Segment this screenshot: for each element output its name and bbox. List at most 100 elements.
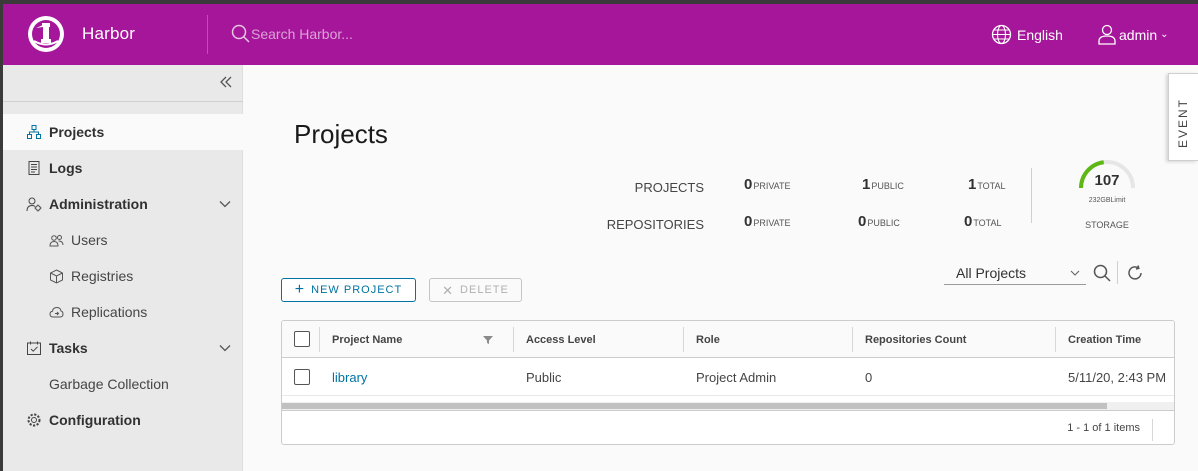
sidebar-item-replications[interactable]: Replications: [3, 294, 243, 330]
stats-divider: [1031, 168, 1032, 223]
filter-selected-value: All Projects: [956, 264, 1027, 281]
stat-caption: PRIVATE: [753, 181, 791, 191]
stat-value: 0: [858, 213, 867, 230]
storage-limit: 232GBLimit: [1088, 197, 1126, 204]
harbor-logo-icon: [28, 16, 64, 52]
chevron-down-icon[interactable]: [218, 197, 232, 211]
users-icon: [49, 233, 64, 248]
filter-icon[interactable]: [482, 334, 494, 346]
registries-icon: [49, 268, 64, 284]
delete-button[interactable]: ✕ DELETE: [429, 278, 522, 302]
sidebar-item-label: Replications: [71, 304, 148, 320]
user-menu[interactable]: admin ⌄: [1097, 24, 1169, 45]
search-icon[interactable]: [1093, 264, 1111, 282]
repositories-private-stat: 0 PRIVATE: [744, 213, 791, 230]
column-separator: [1055, 327, 1056, 352]
brand-name: Harbor: [82, 24, 136, 43]
sidebar-item-label: Registries: [71, 268, 134, 284]
column-separator: [319, 327, 320, 352]
user-icon: [1098, 24, 1116, 45]
horizontal-scrollbar[interactable]: [282, 402, 1174, 410]
event-panel-tab[interactable]: EVENT: [1168, 73, 1198, 161]
sidebar-item-users[interactable]: Users: [3, 222, 243, 258]
column-separator: [683, 327, 684, 352]
administration-icon: [26, 196, 42, 212]
refresh-icon[interactable]: [1126, 264, 1144, 282]
project-name-link[interactable]: library: [332, 358, 367, 396]
sidebar-item-garbage-collection[interactable]: Garbage Collection: [3, 366, 243, 402]
app-window: Harbor English admin: [3, 4, 1198, 471]
search-input[interactable]: [251, 26, 451, 42]
access-level-cell: Public: [526, 369, 562, 385]
sidebar-item-label: Garbage Collection: [49, 376, 169, 392]
stat-caption: TOTAL: [973, 218, 1002, 228]
storage-value: 107: [1094, 172, 1120, 189]
logs-icon: [26, 160, 42, 176]
stat-value: 0: [964, 213, 973, 230]
column-header-repositories-count[interactable]: Repositories Count: [865, 321, 966, 358]
column-header-access-level[interactable]: Access Level: [526, 321, 596, 358]
top-header: Harbor English admin: [3, 4, 1198, 65]
project-filter-select[interactable]: All Projects: [944, 261, 1086, 285]
sidebar-item-projects[interactable]: Projects: [3, 114, 243, 150]
sidebar-item-label: Configuration: [49, 412, 141, 428]
pagination-count: 1 - 1 of 1 items: [1067, 422, 1140, 434]
global-search[interactable]: [231, 24, 451, 44]
repositories-stats-label: REPOSITORIES: [606, 217, 704, 232]
chevron-down-icon[interactable]: [218, 341, 232, 355]
stat-caption: PUBLIC: [867, 218, 900, 228]
datagrid-footer: 1 - 1 of 1 items: [282, 410, 1174, 444]
sidebar-item-label: Administration: [49, 196, 148, 212]
language-selector[interactable]: English: [991, 24, 1063, 45]
globe-icon: [991, 24, 1012, 45]
replications-icon: [49, 305, 64, 320]
toolbar-divider: [1117, 261, 1118, 284]
plus-icon: +: [294, 281, 306, 298]
user-name: admin: [1119, 26, 1158, 43]
sidebar-item-label: Tasks: [49, 340, 88, 356]
repositories-total-stat: 0 TOTAL: [964, 213, 1002, 230]
sidebar-item-tasks[interactable]: Tasks: [3, 330, 243, 366]
new-project-button[interactable]: + NEW PROJECT: [281, 278, 416, 302]
brand[interactable]: Harbor: [27, 15, 135, 53]
column-header-project-name[interactable]: Project Name: [332, 321, 402, 358]
header-divider: [207, 15, 208, 54]
sidebar-item-logs[interactable]: Logs: [3, 150, 243, 186]
table-row: library Public Project Admin 0 5/11/20, …: [282, 358, 1174, 396]
column-header-role[interactable]: Role: [696, 321, 720, 358]
row-checkbox[interactable]: [294, 369, 310, 385]
stat-value: 0: [744, 176, 753, 193]
main-content: Projects PROJECTS REPOSITORIES 0 PRIVATE…: [244, 65, 1198, 471]
page-title: Projects: [294, 119, 388, 149]
projects-private-stat: 0 PRIVATE: [744, 176, 791, 193]
sidebar-item-configuration[interactable]: Configuration: [3, 402, 243, 438]
collapse-sidebar-icon[interactable]: [218, 74, 234, 90]
select-all-checkbox[interactable]: [294, 331, 310, 347]
column-separator: [513, 327, 514, 352]
delete-label: DELETE: [460, 284, 509, 296]
tasks-icon: [26, 340, 42, 356]
datagrid-header: Project Name Access Level Role Repositor…: [282, 321, 1174, 358]
close-icon: ✕: [442, 282, 455, 298]
sidebar-item-administration[interactable]: Administration: [3, 186, 243, 222]
projects-icon: [26, 124, 42, 140]
projects-total-stat: 1 TOTAL: [968, 176, 1006, 193]
repositories-count-cell: 0: [865, 369, 873, 385]
repositories-public-stat: 0 PUBLIC: [858, 213, 900, 230]
role-cell: Project Admin: [696, 369, 777, 385]
event-tab-label: EVENT: [1176, 97, 1190, 148]
sidebar-item-label: Logs: [49, 160, 83, 176]
sidebar-divider: [3, 101, 243, 102]
column-header-creation-time[interactable]: Creation Time: [1068, 321, 1141, 358]
sidebar-item-registries[interactable]: Registries: [3, 258, 243, 294]
sidebar-item-label: Users: [71, 232, 108, 248]
creation-time-cell: 5/11/20, 2:43 PM: [1068, 369, 1167, 385]
projects-stats-label: PROJECTS: [634, 180, 704, 195]
new-project-label: NEW PROJECT: [311, 284, 403, 296]
language-label: English: [1017, 26, 1063, 43]
stat-caption: PRIVATE: [753, 218, 791, 228]
chevron-down-icon: [1070, 270, 1080, 276]
chevron-down-icon: ⌄: [1160, 29, 1169, 40]
scrollbar-thumb[interactable]: [282, 403, 1107, 409]
projects-datagrid: Project Name Access Level Role Repositor…: [281, 320, 1175, 445]
